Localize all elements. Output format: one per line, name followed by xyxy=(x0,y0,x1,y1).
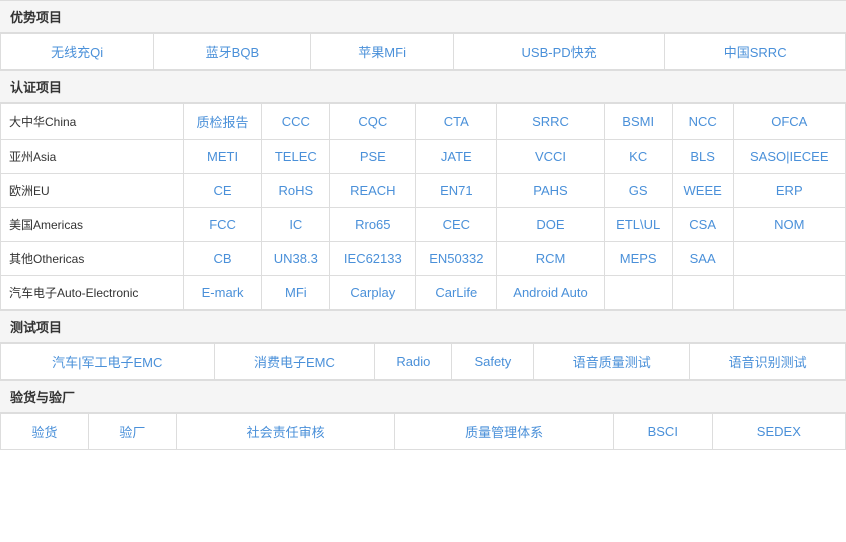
cert-5-0: E-mark xyxy=(183,276,261,310)
cert-4-2: IEC62133 xyxy=(330,242,416,276)
row-label-3: 美国Americas xyxy=(1,208,184,242)
cert-1-6: BLS xyxy=(672,140,733,174)
cert-0-3: CTA xyxy=(416,104,497,140)
table-row: 亚州Asia METI TELEC PSE JATE VCCI KC BLS S… xyxy=(1,140,846,174)
advantage-table: 无线充Qi 蓝牙BQB 苹果MFi USB-PD快充 中国SRRC xyxy=(0,33,846,70)
inspect-1: 验厂 xyxy=(88,414,176,450)
advantage-item-1: 蓝牙BQB xyxy=(154,34,311,70)
table-row: 美国Americas FCC IC Rro65 CEC DOE ETL\UL C… xyxy=(1,208,846,242)
cert-0-4: SRRC xyxy=(497,104,604,140)
cert-0-5: BSMI xyxy=(604,104,672,140)
test-2: Radio xyxy=(375,344,452,380)
table-row: 其他Othericas CB UN38.3 IEC62133 EN50332 R… xyxy=(1,242,846,276)
row-label-2: 欧洲EU xyxy=(1,174,184,208)
cert-4-4: RCM xyxy=(497,242,604,276)
cert-5-5 xyxy=(604,276,672,310)
cert-3-7: NOM xyxy=(733,208,845,242)
testing-header: 测试项目 xyxy=(0,310,846,343)
cert-4-7 xyxy=(733,242,845,276)
cert-0-6: NCC xyxy=(672,104,733,140)
cert-2-0: CE xyxy=(183,174,261,208)
inspect-3: 质量管理体系 xyxy=(395,414,614,450)
inspection-row: 验货 验厂 社会责任审核 质量管理体系 BSCI SEDEX xyxy=(1,414,846,450)
cert-0-0: 质检报告 xyxy=(183,104,261,140)
row-label-0: 大中华China xyxy=(1,104,184,140)
advantage-item-0: 无线充Qi xyxy=(1,34,154,70)
certification-title: 认证项目 xyxy=(10,80,62,95)
cert-3-3: CEC xyxy=(416,208,497,242)
advantage-title: 优势项目 xyxy=(10,10,62,25)
table-row: 欧洲EU CE RoHS REACH EN71 PAHS GS WEEE ERP xyxy=(1,174,846,208)
advantage-row: 无线充Qi 蓝牙BQB 苹果MFi USB-PD快充 中国SRRC xyxy=(1,34,846,70)
cert-3-2: Rro65 xyxy=(330,208,416,242)
cert-2-7: ERP xyxy=(733,174,845,208)
cert-0-7: OFCA xyxy=(733,104,845,140)
cert-5-2: Carplay xyxy=(330,276,416,310)
row-label-5: 汽车电子Auto-Electronic xyxy=(1,276,184,310)
cert-0-2: CQC xyxy=(330,104,416,140)
advantage-item-3: USB-PD快充 xyxy=(453,34,664,70)
inspect-0: 验货 xyxy=(1,414,89,450)
row-label-1: 亚州Asia xyxy=(1,140,184,174)
cert-3-6: CSA xyxy=(672,208,733,242)
cert-5-4: Android Auto xyxy=(497,276,604,310)
cert-1-0: METI xyxy=(183,140,261,174)
cert-3-5: ETL\UL xyxy=(604,208,672,242)
cert-2-4: PAHS xyxy=(497,174,604,208)
test-5: 语音识别测试 xyxy=(690,344,846,380)
inspect-4: BSCI xyxy=(613,414,712,450)
cert-2-3: EN71 xyxy=(416,174,497,208)
cert-5-1: MFi xyxy=(262,276,330,310)
cert-4-5: MEPS xyxy=(604,242,672,276)
cert-1-5: KC xyxy=(604,140,672,174)
cert-0-1: CCC xyxy=(262,104,330,140)
test-4: 语音质量测试 xyxy=(534,344,690,380)
cert-4-0: CB xyxy=(183,242,261,276)
table-row: 汽车电子Auto-Electronic E-mark MFi Carplay C… xyxy=(1,276,846,310)
test-1: 消费电子EMC xyxy=(214,344,375,380)
cert-5-7 xyxy=(733,276,845,310)
cert-4-6: SAA xyxy=(672,242,733,276)
inspect-5: SEDEX xyxy=(712,414,845,450)
cert-1-1: TELEC xyxy=(262,140,330,174)
certification-header: 认证项目 xyxy=(0,70,846,103)
advantage-header: 优势项目 xyxy=(0,0,846,33)
inspect-2: 社会责任审核 xyxy=(176,414,395,450)
testing-title: 测试项目 xyxy=(10,320,62,335)
inspection-title: 验货与验厂 xyxy=(10,390,75,405)
cert-4-1: UN38.3 xyxy=(262,242,330,276)
cert-5-3: CarLife xyxy=(416,276,497,310)
advantage-item-4: 中国SRRC xyxy=(665,34,846,70)
cert-4-3: EN50332 xyxy=(416,242,497,276)
inspection-table: 验货 验厂 社会责任审核 质量管理体系 BSCI SEDEX xyxy=(0,413,846,450)
cert-2-1: RoHS xyxy=(262,174,330,208)
cert-2-2: REACH xyxy=(330,174,416,208)
cert-3-1: IC xyxy=(262,208,330,242)
test-0: 汽车|军工电子EMC xyxy=(1,344,215,380)
cert-3-4: DOE xyxy=(497,208,604,242)
certification-table: 大中华China 质检报告 CCC CQC CTA SRRC BSMI NCC … xyxy=(0,103,846,310)
cert-5-6 xyxy=(672,276,733,310)
cert-1-3: JATE xyxy=(416,140,497,174)
testing-row: 汽车|军工电子EMC 消费电子EMC Radio Safety 语音质量测试 语… xyxy=(1,344,846,380)
inspection-header: 验货与验厂 xyxy=(0,380,846,413)
cert-2-6: WEEE xyxy=(672,174,733,208)
cert-2-5: GS xyxy=(604,174,672,208)
advantage-item-2: 苹果MFi xyxy=(311,34,453,70)
testing-table: 汽车|军工电子EMC 消费电子EMC Radio Safety 语音质量测试 语… xyxy=(0,343,846,380)
row-label-4: 其他Othericas xyxy=(1,242,184,276)
cert-3-0: FCC xyxy=(183,208,261,242)
table-row: 大中华China 质检报告 CCC CQC CTA SRRC BSMI NCC … xyxy=(1,104,846,140)
cert-1-4: VCCI xyxy=(497,140,604,174)
test-3: Safety xyxy=(452,344,534,380)
cert-1-2: PSE xyxy=(330,140,416,174)
cert-1-7: SASO|IECEE xyxy=(733,140,845,174)
